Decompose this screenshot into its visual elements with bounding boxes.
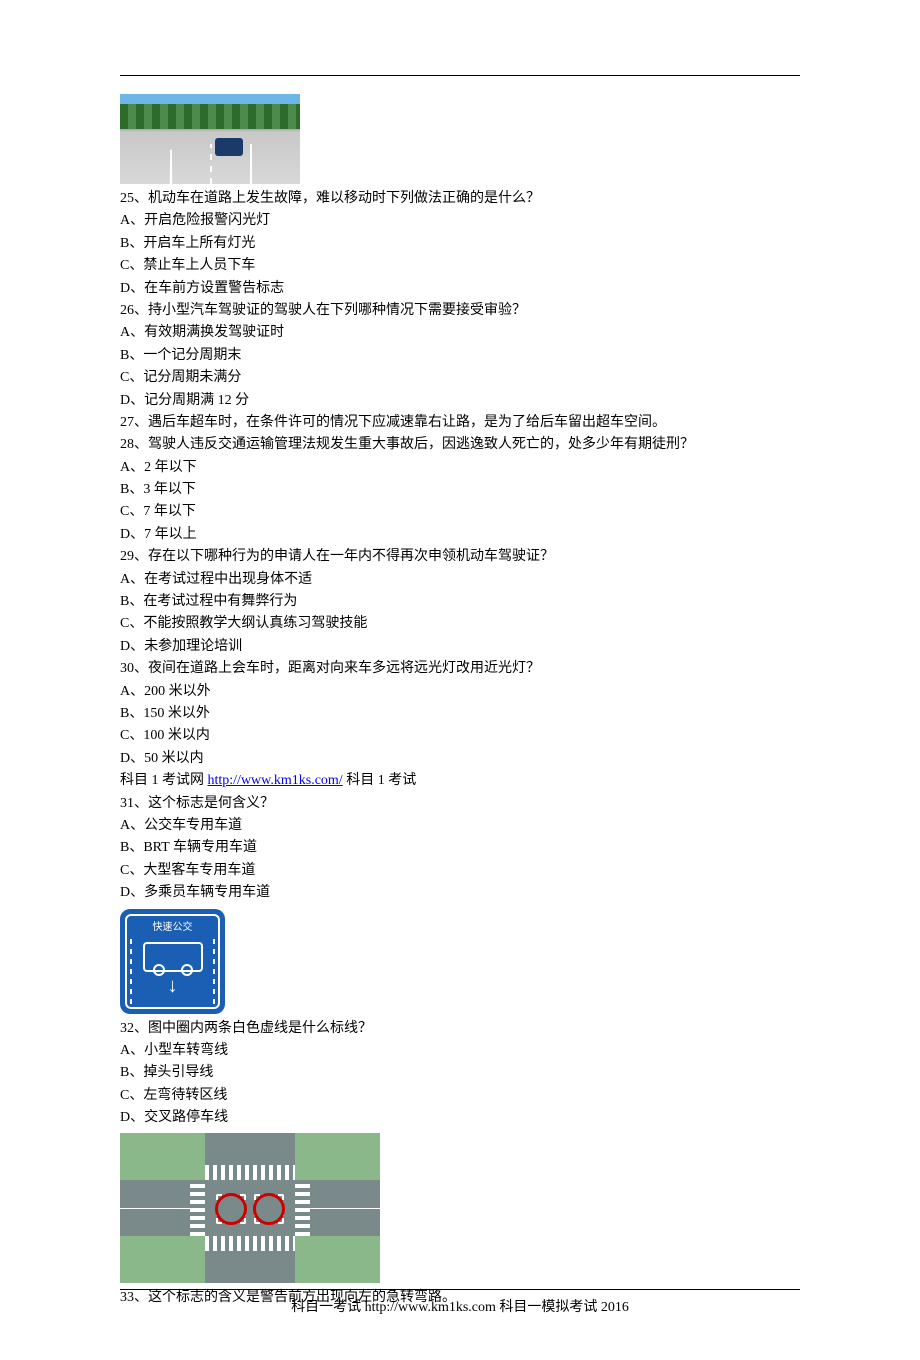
question-number: 29 xyxy=(120,549,134,564)
question-31: 31、这个标志是何含义？ xyxy=(120,793,800,815)
option: B、BRT 车辆专用车道 xyxy=(120,837,800,859)
option: C、7 年以下 xyxy=(120,501,800,523)
question-30: 30、夜间在道路上会车时，距离对向来车多远将远光灯改用近光灯？ xyxy=(120,658,800,680)
link-prefix: 科目 1 考试网 xyxy=(120,773,208,788)
question-number: 25 xyxy=(120,191,134,206)
page-footer: 科目一考试 http://www.km1ks.com 科目一模拟考试 2016 xyxy=(0,1297,920,1319)
question-text: 这个标志是何含义？ xyxy=(148,796,274,811)
option: A、有效期满换发驾驶证时 xyxy=(120,322,800,344)
question-32-image xyxy=(120,1133,800,1283)
footer-rule xyxy=(120,1289,800,1290)
option: B、一个记分周期末 xyxy=(120,345,800,367)
option: B、掉头引导线 xyxy=(120,1062,800,1084)
option: D、50 米以内 xyxy=(120,748,800,770)
question-25: 25、机动车在道路上发生故障，难以移动时下列做法正确的是什么？ xyxy=(120,188,800,210)
option: A、公交车专用车道 xyxy=(120,815,800,837)
option: D、在车前方设置警告标志 xyxy=(120,278,800,300)
option: D、7 年以上 xyxy=(120,524,800,546)
sign-label: 快速公交 xyxy=(153,920,193,936)
question-text: 驾驶人违反交通运输管理法规发生重大事故后，因逃逸致人死亡的，处多少年有期徒刑？ xyxy=(148,437,694,452)
question-26: 26、持小型汽车驾驶证的驾驶人在下列哪种情况下需要接受审验？ xyxy=(120,300,800,322)
question-text: 图中圈内两条白色虚线是什么标线？ xyxy=(148,1021,372,1036)
option: A、开启危险报警闪光灯 xyxy=(120,210,800,232)
link-suffix: 科目 1 考试 xyxy=(343,773,417,788)
option: B、150 米以外 xyxy=(120,703,800,725)
option: A、小型车转弯线 xyxy=(120,1040,800,1062)
question-number: 26 xyxy=(120,303,134,318)
option: D、多乘员车辆专用车道 xyxy=(120,882,800,904)
question-number: 31 xyxy=(120,796,134,811)
question-number: 28 xyxy=(120,437,134,452)
option: C、左弯待转区线 xyxy=(120,1085,800,1107)
option: D、记分周期满 12 分 xyxy=(120,390,800,412)
question-text: 遇后车超车时，在条件许可的情况下应减速靠右让路，是为了给后车留出超车空间。 xyxy=(148,415,666,430)
question-text: 机动车在道路上发生故障，难以移动时下列做法正确的是什么？ xyxy=(148,191,540,206)
option: B、3 年以下 xyxy=(120,479,800,501)
question-29: 29、存在以下哪种行为的申请人在一年内不得再次申领机动车驾驶证？ xyxy=(120,546,800,568)
option: C、100 米以内 xyxy=(120,725,800,747)
reference-link-line: 科目 1 考试网 http://www.km1ks.com/ 科目 1 考试 xyxy=(120,770,800,792)
option: C、记分周期未满分 xyxy=(120,367,800,389)
header-rule xyxy=(120,75,800,76)
question-25-image xyxy=(120,94,800,184)
option: A、2 年以下 xyxy=(120,457,800,479)
option: C、禁止车上人员下车 xyxy=(120,255,800,277)
question-27: 27、遇后车超车时，在条件许可的情况下应减速靠右让路，是为了给后车留出超车空间。 xyxy=(120,412,800,434)
question-31-image: 快速公交 ↓ xyxy=(120,909,800,1014)
question-28: 28、驾驶人违反交通运输管理法规发生重大事故后，因逃逸致人死亡的，处多少年有期徒… xyxy=(120,434,800,456)
question-number: 27 xyxy=(120,415,134,430)
option: D、交叉路停车线 xyxy=(120,1107,800,1129)
question-32: 32、图中圈内两条白色虚线是什么标线？ xyxy=(120,1018,800,1040)
question-number: 30 xyxy=(120,661,134,676)
question-number: 32 xyxy=(120,1021,134,1036)
option: A、200 米以外 xyxy=(120,681,800,703)
question-text: 存在以下哪种行为的申请人在一年内不得再次申领机动车驾驶证？ xyxy=(148,549,554,564)
question-text: 夜间在道路上会车时，距离对向来车多远将远光灯改用近光灯？ xyxy=(148,661,540,676)
question-text: 持小型汽车驾驶证的驾驶人在下列哪种情况下需要接受审验？ xyxy=(148,303,526,318)
option: D、未参加理论培训 xyxy=(120,636,800,658)
option: B、在考试过程中有舞弊行为 xyxy=(120,591,800,613)
option: A、在考试过程中出现身体不适 xyxy=(120,569,800,591)
option: C、不能按照教学大纲认真练习驾驶技能 xyxy=(120,613,800,635)
option: B、开启车上所有灯光 xyxy=(120,233,800,255)
reference-link[interactable]: http://www.km1ks.com/ xyxy=(208,773,343,788)
option: C、大型客车专用车道 xyxy=(120,860,800,882)
